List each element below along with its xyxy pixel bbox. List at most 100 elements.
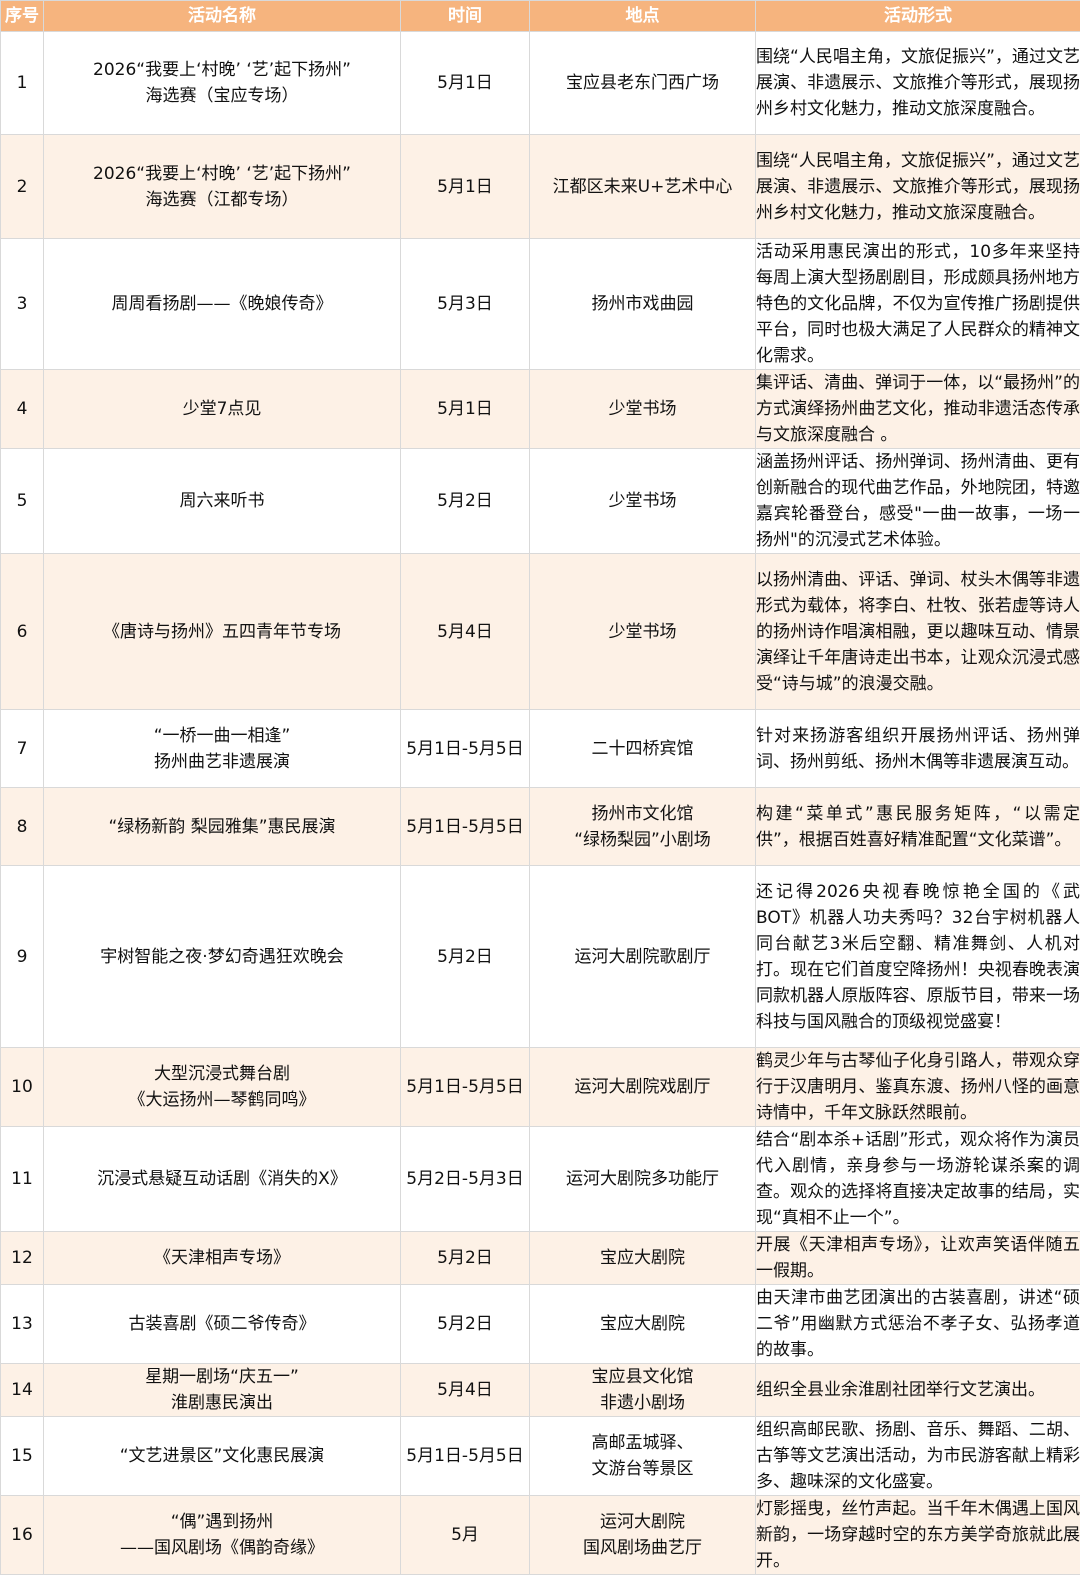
time-cell-line: 5月1日 xyxy=(401,70,529,96)
activity-format-cell: 以扬州清曲、评话、弹词、杖头木偶等非遗形式为载体，将李白、杜牧、张若虚等诗人的扬… xyxy=(756,554,1080,710)
header-index: 序号 xyxy=(1,1,44,32)
time-cell-line: 5月3日 xyxy=(401,291,529,317)
table-row: 9宇树智能之夜·梦幻奇遇狂欢晚会5月2日运河大剧院歌剧厅还记得2026央视春晚惊… xyxy=(1,866,1080,1048)
activity-name-cell-line: 《天津相声专场》 xyxy=(44,1245,400,1271)
activity-name-cell-line: “一桥一曲一相逢” xyxy=(44,723,400,749)
time-cell: 5月2日 xyxy=(401,866,530,1048)
location-cell: 少堂书场 xyxy=(530,370,756,449)
location-cell: 高邮盂城驿、文游台等景区 xyxy=(530,1417,756,1496)
location-cell-line: “绿杨梨园”小剧场 xyxy=(530,827,755,853)
time-cell: 5月1日-5月5日 xyxy=(401,1048,530,1127)
location-cell: 运河大剧院多功能厅 xyxy=(530,1127,756,1232)
activity-format-cell: 组织全县业余淮剧社团举行文艺演出。 xyxy=(756,1364,1080,1417)
activity-name-cell: 《唐诗与扬州》五四青年节专场 xyxy=(44,554,401,710)
activity-name-cell-line: 2026“我要上‘村晚’ ‘艺’起下扬州” xyxy=(44,57,400,83)
activity-name-cell-line: 《唐诗与扬州》五四青年节专场 xyxy=(44,619,400,645)
activity-name-cell: 2026“我要上‘村晚’ ‘艺’起下扬州”海选赛（江都专场） xyxy=(44,135,401,239)
activity-name-cell-line: 少堂7点见 xyxy=(44,396,400,422)
time-cell-line: 5月2日-5月3日 xyxy=(401,1166,529,1192)
location-cell: 扬州市文化馆“绿杨梨园”小剧场 xyxy=(530,788,756,866)
time-cell: 5月1日 xyxy=(401,135,530,239)
table-row: 7“一桥一曲一相逢”扬州曲艺非遗展演5月1日-5月5日二十四桥宾馆针对来扬游客组… xyxy=(1,710,1080,788)
location-cell-line: 扬州市戏曲园 xyxy=(530,291,755,317)
location-cell-line: 运河大剧院多功能厅 xyxy=(530,1166,755,1192)
activity-format-cell: 围绕“人民唱主角，文旅促振兴”，通过文艺展演、非遗展示、文旅推介等形式，展现扬州… xyxy=(756,32,1080,135)
location-cell-line: 国风剧场曲艺厅 xyxy=(530,1535,755,1561)
activity-name-cell: 周六来听书 xyxy=(44,449,401,554)
activity-name-cell-line: 扬州曲艺非遗展演 xyxy=(44,749,400,775)
activity-format-cell: 构建“菜单式”惠民服务矩阵，“以需定供”，根据百姓喜好精准配置“文化菜谱”。 xyxy=(756,788,1080,866)
location-cell: 运河大剧院戏剧厅 xyxy=(530,1048,756,1127)
activity-name-cell: “偶”遇到扬州——国风剧场《偶韵奇缘》 xyxy=(44,1496,401,1575)
time-cell-line: 5月4日 xyxy=(401,619,529,645)
time-cell: 5月1日-5月5日 xyxy=(401,710,530,788)
activity-name-cell-line: “偶”遇到扬州 xyxy=(44,1509,400,1535)
time-cell-line: 5月1日 xyxy=(401,174,529,200)
location-cell-line: 宝应大剧院 xyxy=(530,1311,755,1337)
location-cell-line: 江都区未来U+艺术中心 xyxy=(530,174,755,200)
time-cell-line: 5月1日-5月5日 xyxy=(401,1074,529,1100)
activity-name-cell-line: 海选赛（江都专场） xyxy=(44,187,400,213)
activity-format-cell: 涵盖扬州评话、扬州弹词、扬州清曲、更有创新融合的现代曲艺作品，外地院团，特邀嘉宾… xyxy=(756,449,1080,554)
activity-name-cell-line: 淮剧惠民演出 xyxy=(44,1390,400,1416)
time-cell: 5月1日 xyxy=(401,32,530,135)
header-row: 序号 活动名称 时间 地点 活动形式 xyxy=(1,1,1080,32)
time-cell-line: 5月1日-5月5日 xyxy=(401,814,529,840)
activity-name-cell-line: 周周看扬剧——《晚娘传奇》 xyxy=(44,291,400,317)
location-cell-line: 运河大剧院 xyxy=(530,1509,755,1535)
time-cell: 5月1日-5月5日 xyxy=(401,788,530,866)
row-index: 5 xyxy=(1,449,44,554)
row-index: 6 xyxy=(1,554,44,710)
activity-format-cell: 还记得2026央视春晚惊艳全国的《武BOT》机器人功夫秀吗？32台宇树机器人同台… xyxy=(756,866,1080,1048)
activity-name-cell: 周周看扬剧——《晚娘传奇》 xyxy=(44,239,401,370)
activity-name-cell: 少堂7点见 xyxy=(44,370,401,449)
time-cell: 5月 xyxy=(401,1496,530,1575)
activity-name-cell: 古装喜剧《硕二爷传奇》 xyxy=(44,1285,401,1364)
time-cell: 5月2日-5月3日 xyxy=(401,1127,530,1232)
activity-name-cell-line: 海选赛（宝应专场） xyxy=(44,83,400,109)
time-cell-line: 5月2日 xyxy=(401,1245,529,1271)
events-table: 序号 活动名称 时间 地点 活动形式 12026“我要上‘村晚’ ‘艺’起下扬州… xyxy=(0,0,1080,1575)
activity-name-cell: 2026“我要上‘村晚’ ‘艺’起下扬州”海选赛（宝应专场） xyxy=(44,32,401,135)
location-cell-line: 宝应大剧院 xyxy=(530,1245,755,1271)
location-cell: 宝应县文化馆非遗小剧场 xyxy=(530,1364,756,1417)
table-row: 8“绿杨新韵 梨园雅集”惠民展演5月1日-5月5日扬州市文化馆“绿杨梨园”小剧场… xyxy=(1,788,1080,866)
row-index: 10 xyxy=(1,1048,44,1127)
activity-name-cell: “文艺进景区”文化惠民展演 xyxy=(44,1417,401,1496)
activity-format-cell: 结合“剧本杀+话剧”形式，观众将作为演员代入剧情，亲身参与一场游轮谋杀案的调查。… xyxy=(756,1127,1080,1232)
row-index: 4 xyxy=(1,370,44,449)
time-cell-line: 5月1日-5月5日 xyxy=(401,1443,529,1469)
table-row: 16“偶”遇到扬州——国风剧场《偶韵奇缘》5月运河大剧院国风剧场曲艺厅灯影摇曳，… xyxy=(1,1496,1080,1575)
row-index: 9 xyxy=(1,866,44,1048)
activity-name-cell-line: 《大运扬州—琴鹤同鸣》 xyxy=(44,1087,400,1113)
location-cell: 少堂书场 xyxy=(530,449,756,554)
table-row: 12026“我要上‘村晚’ ‘艺’起下扬州”海选赛（宝应专场）5月1日宝应县老东… xyxy=(1,32,1080,135)
row-index: 14 xyxy=(1,1364,44,1417)
location-cell: 扬州市戏曲园 xyxy=(530,239,756,370)
time-cell: 5月2日 xyxy=(401,1285,530,1364)
time-cell-line: 5月1日-5月5日 xyxy=(401,736,529,762)
location-cell: 宝应县老东门西广场 xyxy=(530,32,756,135)
activity-name-cell-line: “绿杨新韵 梨园雅集”惠民展演 xyxy=(44,814,400,840)
time-cell: 5月4日 xyxy=(401,1364,530,1417)
activity-format-cell: 针对来扬游客组织开展扬州评话、扬州弹词、扬州剪纸、扬州木偶等非遗展演互动。 xyxy=(756,710,1080,788)
table-row: 10大型沉浸式舞台剧《大运扬州—琴鹤同鸣》5月1日-5月5日运河大剧院戏剧厅鹤灵… xyxy=(1,1048,1080,1127)
location-cell-line: 少堂书场 xyxy=(530,396,755,422)
location-cell: 江都区未来U+艺术中心 xyxy=(530,135,756,239)
activity-format-cell: 活动采用惠民演出的形式，10多年来坚持每周上演大型扬剧剧目，形成颇具扬州地方特色… xyxy=(756,239,1080,370)
activity-format-cell: 鹤灵少年与古琴仙子化身引路人，带观众穿行于汉唐明月、鉴真东渡、扬州八怪的画意诗情… xyxy=(756,1048,1080,1127)
table-row: 6《唐诗与扬州》五四青年节专场5月4日少堂书场以扬州清曲、评话、弹词、杖头木偶等… xyxy=(1,554,1080,710)
time-cell-line: 5月2日 xyxy=(401,944,529,970)
location-cell-line: 宝应县老东门西广场 xyxy=(530,70,755,96)
activity-name-cell-line: 星期一剧场“庆五一” xyxy=(44,1364,400,1390)
location-cell-line: 宝应县文化馆 xyxy=(530,1364,755,1390)
header-time: 时间 xyxy=(401,1,530,32)
location-cell: 二十四桥宾馆 xyxy=(530,710,756,788)
row-index: 12 xyxy=(1,1232,44,1285)
location-cell-line: 扬州市文化馆 xyxy=(530,801,755,827)
time-cell: 5月2日 xyxy=(401,449,530,554)
table-row: 3周周看扬剧——《晚娘传奇》5月3日扬州市戏曲园活动采用惠民演出的形式，10多年… xyxy=(1,239,1080,370)
table-row: 15“文艺进景区”文化惠民展演5月1日-5月5日高邮盂城驿、文游台等景区组织高邮… xyxy=(1,1417,1080,1496)
row-index: 2 xyxy=(1,135,44,239)
activity-name-cell-line: 2026“我要上‘村晚’ ‘艺’起下扬州” xyxy=(44,161,400,187)
